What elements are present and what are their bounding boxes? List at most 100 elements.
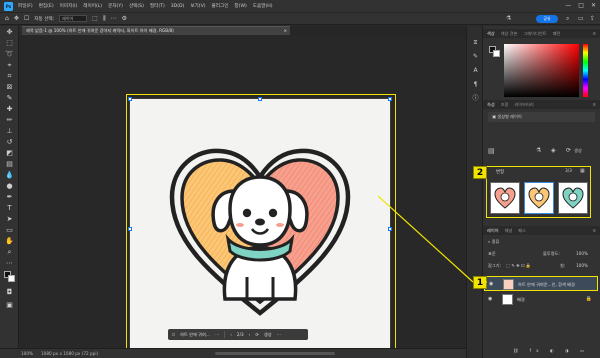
generate-icon[interactable]: ⟳	[566, 146, 571, 156]
more-options-icon[interactable]: ⋯	[111, 15, 117, 22]
menu-type[interactable]: 문자(Y)	[108, 3, 123, 9]
overflow-icon[interactable]: ⋯	[277, 332, 281, 337]
horizontal-scrollbar[interactable]	[215, 352, 335, 355]
variation-thumbnail-3[interactable]	[558, 182, 588, 214]
eraser-tool-icon[interactable]: ◩	[5, 149, 14, 158]
object-select-tool-icon[interactable]: ⌖	[5, 61, 14, 70]
move-tool-icon[interactable]: ✥	[5, 28, 14, 37]
prompt-area[interactable]	[488, 126, 595, 134]
visibility-eye-icon[interactable]: ◉	[488, 296, 492, 302]
opacity-value[interactable]: 100%	[576, 249, 588, 259]
crop-tool-icon[interactable]: ⌗	[5, 72, 14, 81]
tab-adjustments[interactable]: 조정	[501, 100, 509, 109]
transform-handle[interactable]	[258, 97, 262, 101]
frame-tool-icon[interactable]: ⊠	[5, 83, 14, 92]
path-select-icon[interactable]: ➤	[5, 215, 14, 224]
tab-properties[interactable]: 속성	[487, 100, 495, 109]
document-canvas[interactable]	[130, 99, 390, 358]
pen-tool-icon[interactable]: ✒	[5, 193, 14, 202]
zoom-tool-icon[interactable]: ⌕	[5, 248, 14, 257]
maximize-icon[interactable]: □	[578, 2, 584, 9]
learn-icon[interactable]: ⚗	[506, 15, 511, 22]
menu-view[interactable]: 보기(V)	[190, 3, 205, 9]
adjust-icon[interactable]: ⚗	[536, 146, 541, 156]
healing-brush-icon[interactable]: ✚	[5, 105, 14, 114]
photoshop-logo[interactable]: Ps	[4, 1, 13, 11]
menu-plugins[interactable]: 플러그인	[212, 3, 229, 9]
transform-handle[interactable]	[388, 227, 392, 231]
document-icon[interactable]: ▤	[488, 147, 495, 155]
info-panel-icon[interactable]: ⓘ	[471, 94, 480, 103]
drag-handle-icon[interactable]: ⠿	[172, 332, 175, 337]
transform-handle[interactable]	[128, 97, 132, 101]
variation-thumbnail-1[interactable]	[490, 182, 520, 214]
prompt-field[interactable]: 하트 안에 귀여…	[180, 332, 210, 338]
hue-slider[interactable]	[583, 44, 588, 97]
variation-thumbnail-2[interactable]	[524, 182, 554, 214]
history-brush-icon[interactable]: ↺	[5, 138, 14, 147]
quality-icon[interactable]: ◈	[551, 146, 556, 156]
generate-button[interactable]: 생성	[574, 146, 582, 156]
align-icon[interactable]: ⫼	[103, 15, 106, 23]
canvas-workspace[interactable]	[19, 35, 466, 358]
checkbox-icon[interactable]: ☐	[24, 15, 29, 22]
layer-kind-filter[interactable]: 종류	[492, 239, 500, 244]
color-picker-field[interactable]	[504, 44, 579, 97]
menu-window[interactable]: 창(W)	[234, 3, 246, 9]
tab-paths[interactable]: 패스	[518, 226, 526, 235]
background-color-swatch[interactable]	[8, 275, 15, 282]
menu-filter[interactable]: 필터(T)	[150, 3, 165, 9]
transform-handle[interactable]	[128, 227, 132, 231]
brush-tool-icon[interactable]: ✏	[5, 116, 14, 125]
dodge-tool-icon[interactable]: ●	[5, 182, 14, 191]
panel-menu-icon[interactable]: ≡	[592, 29, 596, 38]
tab-libraries[interactable]: 라이브러리	[514, 100, 533, 109]
character-panel-icon[interactable]: A	[471, 66, 480, 75]
minimize-icon[interactable]: —	[565, 2, 571, 9]
brush-settings-icon[interactable]: ✎	[471, 52, 480, 61]
blur-tool-icon[interactable]: 💧	[5, 171, 14, 180]
workspace-icon[interactable]: ▭	[578, 15, 584, 22]
share-export-icon[interactable]: ⇪	[590, 15, 595, 22]
stamp-tool-icon[interactable]: ⊥	[5, 127, 14, 136]
layer-row-background[interactable]: ◉ 배경 🔒	[484, 292, 598, 307]
transform-handle[interactable]	[388, 97, 392, 101]
auto-select-dropdown[interactable]: 레이어	[59, 15, 88, 22]
document-info[interactable]: 1080 px x 1080 px (72 ppi)	[41, 349, 98, 358]
next-variation-icon[interactable]: ›	[249, 332, 251, 337]
close-tab-icon[interactable]: ×	[283, 27, 287, 35]
hand-tool-icon[interactable]: ✋	[5, 237, 14, 246]
layer-row-generative[interactable]: ◉ 하트 안에 귀여운...인, 흰색 배경	[484, 276, 598, 291]
search-icon[interactable]: ⌕	[566, 15, 569, 23]
blend-mode-dropdown[interactable]: 표준	[488, 251, 496, 256]
background-color-swatch[interactable]	[493, 50, 500, 57]
menu-edit[interactable]: 편집(E)	[39, 3, 54, 9]
screen-mode-icon[interactable]: ▣	[5, 301, 14, 310]
tab-channels[interactable]: 채널	[505, 226, 513, 235]
more-tools-icon[interactable]: ⋯	[5, 259, 14, 268]
share-button[interactable]: 공유	[536, 15, 558, 23]
zoom-level[interactable]: 100%	[21, 349, 33, 358]
close-window-icon[interactable]: ✕	[591, 2, 596, 9]
lock-icons[interactable]: ⬚ ✎ ✥ ⊡ 🔒	[506, 261, 531, 271]
menu-select[interactable]: 선택(S)	[129, 3, 144, 9]
panel-menu-icon[interactable]: ≡	[592, 226, 596, 235]
menu-3d[interactable]: 3D(D)	[171, 4, 185, 9]
fill-value[interactable]: 100%	[576, 261, 588, 271]
menu-image[interactable]: 이미지(I)	[60, 3, 78, 9]
gear-icon[interactable]: ⚙	[122, 15, 127, 22]
move-tool-icon[interactable]: ✥	[14, 15, 19, 22]
marquee-tool-icon[interactable]: ⬚	[5, 39, 14, 48]
tab-swatches[interactable]: 색상 견본	[501, 29, 518, 38]
gradient-tool-icon[interactable]: ▤	[5, 160, 14, 169]
generate-button[interactable]: 생성	[264, 332, 272, 338]
previous-variation-icon[interactable]: ‹	[230, 332, 232, 337]
transform-controls-icon[interactable]: ⬚	[92, 15, 98, 22]
document-tab[interactable]: 제목 없음-1 @ 100% (하트 안에 귀여운 강아지 캐릭터, 화이트 아…	[22, 26, 290, 35]
menu-help[interactable]: 도움말(H)	[253, 3, 273, 9]
grid-view-icon[interactable]: ▦	[580, 168, 585, 174]
home-icon[interactable]: ⌂	[5, 15, 9, 22]
type-tool-icon[interactable]: T	[5, 204, 14, 213]
layers-footer-icons[interactable]: ⛓ fx ◐ ◑ ▭ ⊕ 🗑	[513, 346, 593, 356]
tab-gradients[interactable]: 그레이디언트	[523, 29, 546, 38]
